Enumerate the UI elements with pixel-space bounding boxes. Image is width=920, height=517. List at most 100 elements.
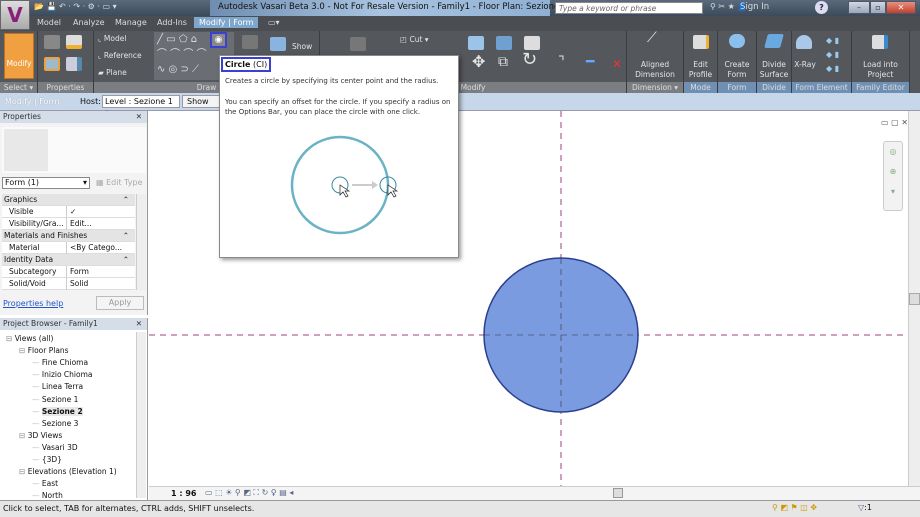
quick-access-toolbar[interactable]: 📂 💾 ↶ · ↷ · ⚙ · ▭ ▾ (34, 2, 154, 14)
close-icon[interactable]: ✕ (136, 318, 142, 330)
navigation-bar[interactable]: ◎ ⊕ ▾ (883, 141, 903, 211)
cut-button[interactable]: ◰ Cut ▾ (400, 35, 429, 45)
tree-label: Sezione 2 (41, 406, 83, 416)
property-value[interactable]: Form (66, 266, 128, 278)
load-into-project-button[interactable]: Load into Project (852, 60, 909, 80)
tree-item[interactable]: ⊟ Elevations (Elevation 1) (19, 467, 117, 476)
xray-button[interactable]: X-Ray (792, 60, 818, 70)
panel-label[interactable]: Dimension ▾ (627, 82, 683, 93)
circle-tool-button[interactable]: ◉ (210, 32, 227, 48)
edit-profile-button[interactable]: Edit Profile (684, 60, 717, 80)
family-types-icon[interactable] (66, 35, 82, 49)
expand-icon[interactable]: ⊟ (19, 467, 25, 476)
show-workplane-button[interactable]: Show (292, 42, 312, 52)
create-form-button[interactable]: Create Form (718, 60, 756, 80)
divide-surface-button[interactable]: Divide Surface (757, 60, 791, 80)
rotate-icon[interactable]: ↻ (522, 51, 537, 69)
tree-line: — (32, 370, 40, 380)
property-name: Solid/Void (9, 279, 46, 288)
panel-label: Family Editor (852, 82, 909, 93)
family-category-icon[interactable] (66, 57, 82, 71)
view-control-icons[interactable]: ▭ ⬚ ☀ ⚲ ◩ ⛶ ↻ ♀ ▤ ◂ (205, 488, 293, 498)
tree-item[interactable]: ⊟ Floor Plans (19, 346, 69, 355)
aligned-dimension-button[interactable]: Aligned Dimension (629, 60, 681, 80)
maximize-button[interactable]: ▫ (870, 1, 886, 14)
tree-item[interactable]: — Sezione 2 (32, 406, 83, 416)
minimize-button[interactable]: – (848, 1, 870, 14)
host-dropdown[interactable]: Level : Sezione 1 ▾ (102, 95, 180, 117)
offset-icon[interactable] (496, 36, 512, 50)
view-window-controls[interactable]: ▭ ▢ ✕ (881, 118, 908, 127)
sign-in-button[interactable]: Sign In (740, 2, 769, 12)
load-into-project-icon (872, 35, 888, 49)
property-value[interactable]: Solid (66, 278, 128, 290)
collapse-icon[interactable]: ⌃ (123, 194, 129, 206)
tree-item[interactable]: — Linea Terra (32, 382, 83, 391)
value: Form (1) (5, 178, 40, 187)
horizontal-scroll-thumb[interactable] (613, 488, 623, 498)
work-plane-icon[interactable] (242, 35, 258, 49)
selection-filter-icons[interactable]: ⚲ ◩ ⚑ ◫ ✥ (772, 503, 817, 512)
view-scale[interactable]: 1 : 96 (171, 489, 196, 498)
browser-scrollbar[interactable] (136, 332, 146, 498)
form-element-tools[interactable]: ◆ ▮ ◆ ▮ ◆ ▮ (826, 34, 848, 78)
set-workplane-icon[interactable] (270, 37, 286, 51)
mirror-icon[interactable] (524, 36, 540, 50)
filter-icon[interactable]: ▽:1 (858, 503, 872, 512)
tree-item[interactable]: ⊟ 3D Views (19, 431, 62, 440)
tree-item[interactable]: — Inizio Chioma (32, 370, 93, 379)
tab-addins[interactable]: Add-Ins (152, 17, 192, 28)
collapse-icon[interactable]: ⌃ (123, 230, 129, 242)
modify-button[interactable]: Modify (4, 33, 34, 79)
tab-options-icon[interactable]: ▭▾ (268, 18, 280, 27)
split-icon[interactable]: ━ (586, 55, 594, 69)
expand-icon[interactable]: ⊟ (6, 334, 12, 343)
model-line-button[interactable]: ⌞ Model (98, 34, 126, 44)
copy-icon[interactable]: ⧉ (498, 55, 508, 69)
edit-type-button[interactable]: ▦ Edit Type (96, 178, 143, 187)
show-host-button[interactable]: Show Ho (182, 95, 222, 108)
reference-line-button[interactable]: ⌞ Reference (98, 51, 142, 61)
tree-item[interactable]: — {3D} (32, 455, 62, 464)
tree-item[interactable]: — Sezione 3 (32, 419, 78, 428)
tree-item[interactable]: — Fine Chioma (32, 358, 88, 367)
type-properties-icon[interactable] (44, 35, 60, 49)
property-value[interactable]: ✓ (66, 206, 128, 218)
panel-label[interactable]: Select ▾ (0, 82, 37, 93)
close-button[interactable]: ✕ (886, 1, 916, 14)
scroll-thumb[interactable] (909, 293, 920, 305)
trim-icon[interactable]: ⌝ (558, 55, 565, 69)
collapse-icon[interactable]: ⌃ (123, 254, 129, 266)
reference-plane-button[interactable]: ▰ Plane (98, 68, 127, 78)
property-group[interactable]: Graphics ⌃ (2, 194, 135, 206)
properties-help-link[interactable]: Properties help (3, 299, 63, 308)
properties-scrollbar[interactable] (136, 194, 146, 290)
expand-icon[interactable]: ⊟ (19, 431, 25, 440)
tree-item[interactable]: — North (32, 491, 63, 500)
close-icon[interactable]: ✕ (136, 111, 142, 123)
expand-icon[interactable]: ⊟ (19, 346, 25, 355)
tab-modify-form[interactable]: Modify | Form (194, 17, 259, 28)
type-selector[interactable]: Form (1) ▾ (2, 177, 90, 189)
tab-analyze[interactable]: Analyze (68, 17, 110, 28)
vertical-scrollbar[interactable] (908, 111, 920, 486)
help-icon[interactable]: ? (815, 1, 828, 14)
paste-icon[interactable] (350, 37, 366, 51)
move-icon[interactable]: ✥ (472, 54, 485, 70)
tree-item[interactable]: ⊟ Views (all) (6, 334, 53, 343)
property-group[interactable]: Identity Data ⌃ (2, 254, 135, 266)
tab-model[interactable]: Model (32, 17, 66, 28)
delete-icon[interactable]: ✕ (612, 58, 622, 70)
tree-item[interactable]: — Vasari 3D (32, 443, 78, 452)
property-value[interactable]: Edit... (66, 218, 128, 230)
application-menu-button[interactable]: V (0, 0, 30, 30)
tree-item[interactable]: — East (32, 479, 58, 488)
properties-icon[interactable] (44, 57, 60, 71)
tree-item[interactable]: — Sezione 1 (32, 395, 78, 404)
align-icon[interactable] (468, 36, 484, 50)
property-value[interactable]: <By Catego... (66, 242, 128, 254)
search-input[interactable]: Type a keyword or phrase (555, 2, 703, 14)
tab-manage[interactable]: Manage (110, 17, 152, 28)
property-group[interactable]: Materials and Finishes ⌃ (2, 230, 135, 242)
apply-button[interactable]: Apply (96, 296, 144, 310)
